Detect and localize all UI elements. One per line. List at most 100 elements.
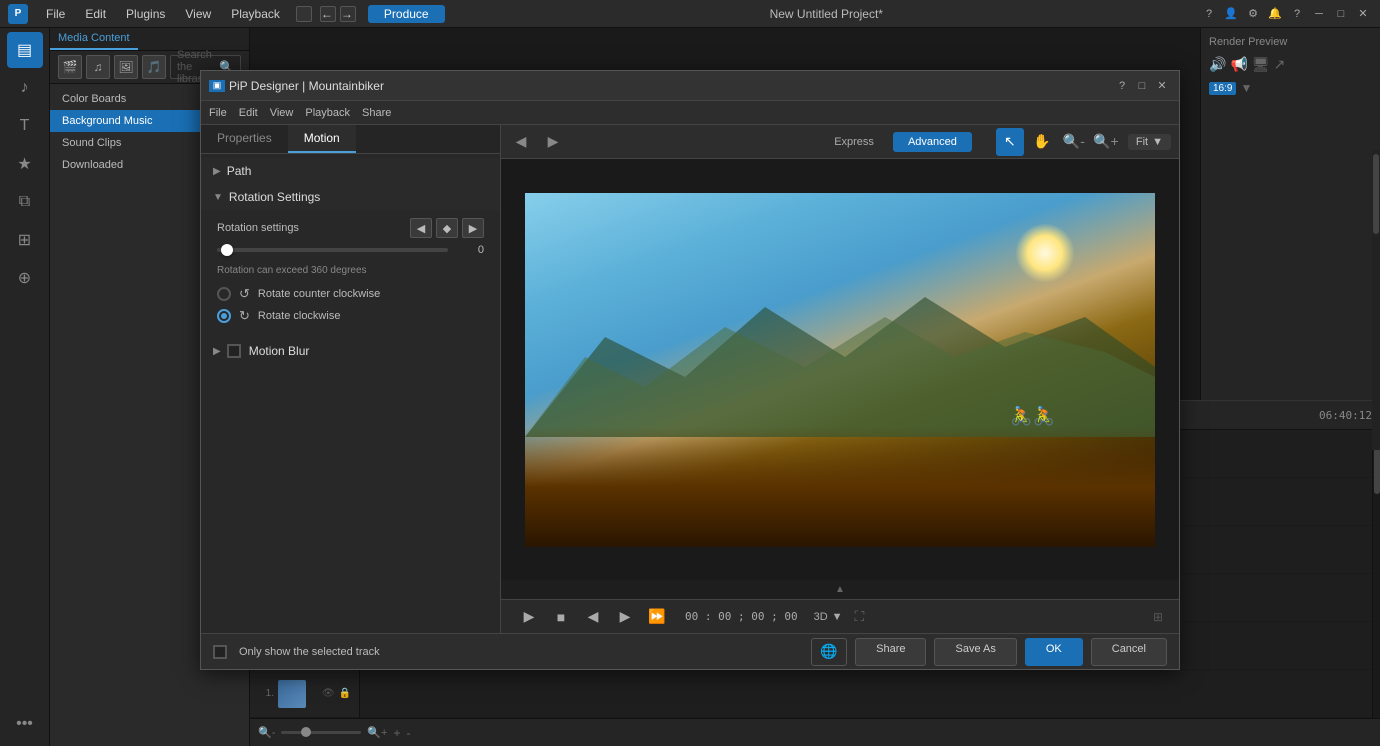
zoom-slider[interactable]: [281, 731, 361, 734]
sidebar-music-icon[interactable]: ♪: [7, 70, 43, 106]
sidebar-more-icon[interactable]: •••: [7, 706, 43, 742]
menu-edit[interactable]: Edit: [77, 5, 114, 23]
sidebar-media-icon[interactable]: ▤: [7, 32, 43, 68]
sidebar-effects-icon[interactable]: ★: [7, 146, 43, 182]
path-arrow: ▶: [213, 166, 221, 177]
import-image-btn[interactable]: 🖼: [114, 55, 138, 79]
arrow-up-icon: ▲: [835, 584, 845, 595]
radio-ccw-row: ↺ Rotate counter clockwise: [217, 286, 484, 302]
add-track[interactable]: +: [393, 726, 400, 740]
tab-media-content[interactable]: Media Content: [50, 28, 138, 50]
undo-btn[interactable]: ←: [320, 6, 336, 22]
track-1a-eye[interactable]: 👁: [322, 688, 335, 699]
import-music-btn[interactable]: 🎵: [142, 55, 166, 79]
rotation-keyframe-diamond[interactable]: ◆: [436, 218, 458, 238]
dialog-menu-file[interactable]: File: [209, 107, 227, 119]
hand-tool[interactable]: ✋: [1028, 128, 1056, 156]
save-as-btn[interactable]: Save As: [934, 638, 1016, 666]
dialog-close[interactable]: ✕: [1153, 77, 1171, 95]
menu-playback[interactable]: Playback: [223, 5, 288, 23]
zoom-out-tool[interactable]: 🔍-: [1060, 128, 1088, 156]
preview-back[interactable]: ◀: [509, 130, 533, 154]
express-btn[interactable]: Express: [819, 132, 889, 152]
ok-btn[interactable]: OK: [1025, 638, 1083, 666]
pb-fast-forward[interactable]: ⏩: [645, 605, 669, 629]
remove-track[interactable]: -: [407, 726, 411, 740]
rotation-slider-thumb[interactable]: [221, 244, 233, 256]
radio-ccw[interactable]: [217, 287, 231, 301]
pb-play[interactable]: ▶: [517, 605, 541, 629]
sidebar-overlay-icon[interactable]: ⊞: [7, 222, 43, 258]
fit-dropdown[interactable]: Fit ▼: [1128, 134, 1171, 150]
minimize-btn[interactable]: ─: [1310, 5, 1328, 23]
rotation-settings-row: Rotation settings ◀ ◆ ▶: [217, 218, 484, 238]
motion-blur-checkbox[interactable]: [227, 344, 241, 358]
import-video-btn[interactable]: 🎬: [58, 55, 82, 79]
dialog-menu-view[interactable]: View: [270, 107, 294, 119]
pb-next-frame[interactable]: ▶: [613, 605, 637, 629]
sidebar-text-icon[interactable]: T: [7, 108, 43, 144]
footer-checkbox[interactable]: [213, 645, 227, 659]
sidebar-more[interactable]: •••: [7, 706, 43, 742]
motion-blur-header[interactable]: ▶ Motion Blur: [201, 338, 500, 364]
pip-designer-dialog[interactable]: ▣ PiP Designer | Mountainbiker ? □ ✕ Fil…: [200, 70, 1180, 670]
toolbar-icon-1[interactable]: [296, 6, 312, 22]
left-sidebar: ▤ ♪ T ★ ⧉ ⊞ ⊕ •••: [0, 28, 50, 746]
zoom-out[interactable]: 🔍-: [258, 726, 275, 739]
fullscreen-btn[interactable]: ⛶: [855, 608, 865, 625]
rotation-section-header[interactable]: ▼ Rotation Settings: [201, 184, 500, 210]
sidebar-audio-icon[interactable]: ⊕: [7, 260, 43, 296]
motion-blur-arrow: ▶: [213, 346, 221, 357]
settings-icon[interactable]: ⚙: [1244, 5, 1262, 23]
track-1a-lock[interactable]: 🔒: [339, 688, 351, 699]
quality-icon[interactable]: ⊞: [1153, 610, 1163, 624]
globe-icon[interactable]: 🌐: [811, 638, 847, 666]
menu-view[interactable]: View: [177, 5, 219, 23]
share-btn[interactable]: Share: [855, 638, 926, 666]
volume-icon[interactable]: 🔊: [1209, 56, 1226, 73]
advanced-btn[interactable]: Advanced: [893, 132, 972, 152]
pb-prev-frame[interactable]: ◀: [581, 605, 605, 629]
produce-button[interactable]: Produce: [368, 5, 445, 23]
cursor-tool[interactable]: ↖: [996, 128, 1024, 156]
external-icon[interactable]: ↗: [1274, 56, 1286, 73]
fps-chevron[interactable]: ▼: [1240, 81, 1252, 95]
help2-icon[interactable]: ?: [1288, 5, 1306, 23]
radio-cw[interactable]: [217, 309, 231, 323]
preview-mode-group: Express Advanced: [819, 132, 972, 152]
help-btn[interactable]: ?: [1200, 5, 1218, 23]
zoom-in[interactable]: 🔍+: [367, 726, 387, 739]
props-content: ▶ Path ▼ Rotation Settings Rotation sett…: [201, 154, 500, 633]
menu-file[interactable]: File: [38, 5, 73, 23]
dialog-menu-share[interactable]: Share: [362, 107, 391, 119]
monitor-icon[interactable]: 🖥: [1252, 56, 1270, 73]
rotation-slider[interactable]: [217, 248, 448, 252]
maximize-btn[interactable]: □: [1332, 5, 1350, 23]
close-btn[interactable]: ✕: [1354, 5, 1372, 23]
redo-btn[interactable]: →: [340, 6, 356, 22]
import-audio-btn[interactable]: ♫: [86, 55, 110, 79]
user-icon[interactable]: 👤: [1222, 5, 1240, 23]
rotation-keyframe-prev[interactable]: ◀: [410, 218, 432, 238]
cw-icon: ↻: [239, 308, 250, 324]
pb-stop[interactable]: ■: [549, 605, 573, 629]
playback-mode-3d[interactable]: 3D ▼: [814, 611, 843, 623]
notification-icon[interactable]: 🔔: [1266, 5, 1284, 23]
top-menubar: P File Edit Plugins View Playback ← → Pr…: [0, 0, 1380, 28]
dialog-menu-playback[interactable]: Playback: [305, 107, 350, 119]
dialog-maximize[interactable]: □: [1133, 77, 1151, 95]
pip-icon: ▣: [209, 80, 225, 92]
menu-plugins[interactable]: Plugins: [118, 5, 173, 23]
speaker-icon[interactable]: 📢: [1230, 56, 1247, 73]
dialog-help[interactable]: ?: [1113, 77, 1131, 95]
rotation-keyframe-next[interactable]: ▶: [462, 218, 484, 238]
dialog-menu-edit[interactable]: Edit: [239, 107, 258, 119]
sidebar-transition-icon[interactable]: ⧉: [7, 184, 43, 220]
path-section-header[interactable]: ▶ Path: [201, 158, 500, 184]
cancel-btn[interactable]: Cancel: [1091, 638, 1167, 666]
track-scrollbar[interactable]: [1372, 430, 1380, 718]
tab-motion[interactable]: Motion: [288, 125, 356, 153]
tab-properties[interactable]: Properties: [201, 125, 288, 153]
zoom-in-tool[interactable]: 🔍+: [1092, 128, 1120, 156]
preview-forward[interactable]: ▶: [541, 130, 565, 154]
